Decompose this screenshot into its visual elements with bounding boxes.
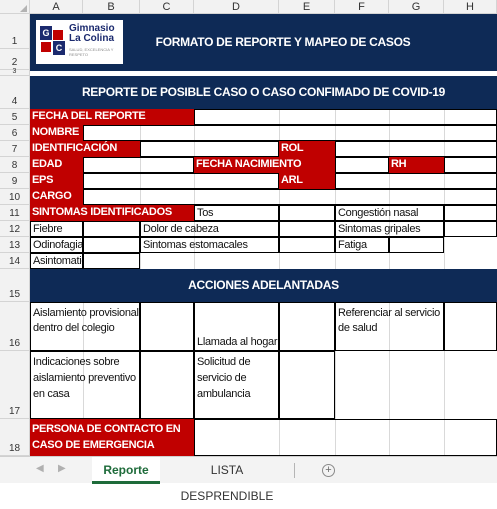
row-header-16[interactable]: 16 xyxy=(0,302,30,351)
check-referenciar[interactable] xyxy=(444,302,497,351)
symptom-tos[interactable]: Tos xyxy=(194,205,279,221)
logo-red-square-icon xyxy=(41,42,51,52)
column-header-f[interactable]: F xyxy=(335,0,389,14)
action-referenciar[interactable]: Referenciar al servicio de salud xyxy=(335,302,444,351)
sheet-tab-bar: ◀ ▶ Reporte LISTA DESPRENDIBLE + xyxy=(0,456,497,503)
check-indicaciones[interactable] xyxy=(140,351,194,419)
acciones-header[interactable]: ACCIONES ADELANTADAS xyxy=(30,269,497,302)
input-rol[interactable] xyxy=(335,141,497,157)
check-aislamiento[interactable] xyxy=(140,302,194,351)
row-header-11[interactable]: 11 xyxy=(0,205,30,221)
check-gripales[interactable] xyxy=(444,221,497,237)
row-header-7[interactable]: 7 xyxy=(0,141,30,157)
column-header-e[interactable]: E xyxy=(279,0,335,14)
tab-separator xyxy=(294,463,295,478)
check-ambulancia[interactable] xyxy=(279,351,335,419)
row-header-1[interactable]: 1 xyxy=(0,14,30,49)
check-congestion[interactable] xyxy=(444,205,497,221)
row-header-4[interactable]: 4 xyxy=(0,76,30,109)
label-sintomas[interactable]: SINTOMAS IDENTIFICADOS xyxy=(30,205,194,221)
action-ambulancia[interactable]: Solicitud de servicio de ambulancia xyxy=(194,351,279,419)
column-header-c[interactable]: C xyxy=(140,0,194,14)
next-sheet-icon[interactable]: ▶ xyxy=(58,463,66,474)
symptom-dolor-cabeza[interactable]: Dolor de cabeza xyxy=(140,221,279,237)
symptom-odinofagia[interactable]: Odinofagia xyxy=(30,237,83,253)
check-tos[interactable] xyxy=(279,205,335,221)
symptom-congestion[interactable]: Congestión nasal xyxy=(335,205,444,221)
row-header-6[interactable]: 6 xyxy=(0,125,30,141)
column-header-b[interactable]: B xyxy=(83,0,140,14)
label-rol[interactable]: ROL xyxy=(279,141,335,157)
check-odinofagia[interactable] xyxy=(83,237,140,253)
report-subtitle[interactable]: REPORTE DE POSIBLE CASO O CASO CONFIMADO… xyxy=(30,76,497,109)
input-arl[interactable] xyxy=(335,173,497,189)
check-dolor-cabeza[interactable] xyxy=(279,221,335,237)
label-fecha-nacimiento[interactable]: FECHA NACIMIENTO xyxy=(194,157,335,173)
column-header-d[interactable]: D xyxy=(194,0,279,14)
input-fecha-nacimiento[interactable] xyxy=(335,157,389,173)
school-logo: G C Gimnasio La Colina SALUD, EXCELENCIA… xyxy=(36,20,123,64)
action-indicaciones[interactable]: Indicaciones sobre aislamiento preventiv… xyxy=(30,351,140,419)
column-header-g[interactable]: G xyxy=(389,0,444,14)
row-header-15[interactable]: 15 xyxy=(0,269,30,302)
row-header-18[interactable]: 18 xyxy=(0,419,30,456)
label-identificacion[interactable]: IDENTIFICACIÓN xyxy=(30,141,140,157)
logo-red-square-icon xyxy=(53,30,63,40)
check-estomacales[interactable] xyxy=(279,237,335,253)
input-nombre[interactable] xyxy=(83,125,497,141)
label-nombre[interactable]: NOMBRE xyxy=(30,125,83,141)
row-header-5[interactable]: 5 xyxy=(0,109,30,125)
symptom-estomacales[interactable]: Sintomas estomacales xyxy=(140,237,279,253)
row-header-10[interactable]: 10 xyxy=(0,189,30,205)
check-fatiga[interactable] xyxy=(389,237,444,253)
action-aislamiento[interactable]: Aislamiento provisional dentro del coleg… xyxy=(30,302,140,351)
symptom-gripales[interactable]: Sintomas gripales xyxy=(335,221,444,237)
tab-reporte[interactable]: Reporte xyxy=(92,457,160,484)
logo-name: Gimnasio La Colina xyxy=(69,23,115,44)
row-header-17[interactable]: 17 xyxy=(0,351,30,419)
row-header-8[interactable]: 8 xyxy=(0,157,30,173)
input-identificacion[interactable] xyxy=(140,141,279,157)
label-cargo[interactable]: CARGO xyxy=(30,189,83,205)
form-title: FORMATO DE REPORTE Y MAPEO DE CASOS xyxy=(155,35,411,49)
action-llamada[interactable]: Llamada al hogar xyxy=(194,302,279,351)
check-fiebre[interactable] xyxy=(83,221,140,237)
label-edad[interactable]: EDAD xyxy=(30,157,83,173)
select-all-corner[interactable] xyxy=(0,0,30,14)
label-arl[interactable]: ARL xyxy=(279,173,335,189)
logo-mark-icon: G C xyxy=(40,26,66,56)
symptom-fatiga[interactable]: Fatiga xyxy=(335,237,389,253)
input-cargo[interactable] xyxy=(83,189,497,205)
input-edad[interactable] xyxy=(83,157,194,173)
symptom-fiebre[interactable]: Fiebre xyxy=(30,221,83,237)
check-llamada[interactable] xyxy=(279,302,335,351)
row-header-12[interactable]: 12 xyxy=(0,221,30,237)
logo-initial-top: G xyxy=(40,26,52,40)
check-asintomatico[interactable] xyxy=(83,253,140,269)
row-header-2[interactable]: 2 xyxy=(0,49,30,70)
logo-initial-bottom: C xyxy=(53,41,65,55)
input-rh[interactable] xyxy=(444,157,497,173)
prev-sheet-icon[interactable]: ◀ xyxy=(36,463,44,474)
column-header-a[interactable]: A xyxy=(30,0,83,14)
spreadsheet-window: A B C D E F G H 1 2 3 4 5 6 7 8 9 10 11 … xyxy=(0,0,497,503)
input-eps[interactable] xyxy=(83,173,279,189)
symptom-asintomatico[interactable]: Asintomatico xyxy=(30,253,83,269)
row-header-14[interactable]: 14 xyxy=(0,253,30,269)
input-persona-contacto[interactable] xyxy=(194,419,497,456)
column-header-h[interactable]: H xyxy=(444,0,497,14)
label-fecha-reporte[interactable]: FECHA DEL REPORTE xyxy=(30,109,194,125)
label-eps[interactable]: EPS xyxy=(30,173,83,189)
label-persona-contacto[interactable]: PERSONA DE CONTACTO EN CASO DE EMERGENCI… xyxy=(30,419,194,456)
row-header-9[interactable]: 9 xyxy=(0,173,30,189)
label-rh[interactable]: RH xyxy=(389,157,444,173)
add-sheet-icon[interactable]: + xyxy=(322,464,335,477)
tab-lista-desprendible[interactable]: LISTA DESPRENDIBLE xyxy=(164,457,290,503)
column-header-bar: A B C D E F G H xyxy=(0,0,497,14)
row-header-13[interactable]: 13 xyxy=(0,237,30,253)
logo-tagline: SALUD, EXCELENCIA Y RESPETO xyxy=(69,47,114,57)
input-fecha-reporte[interactable] xyxy=(194,109,497,125)
